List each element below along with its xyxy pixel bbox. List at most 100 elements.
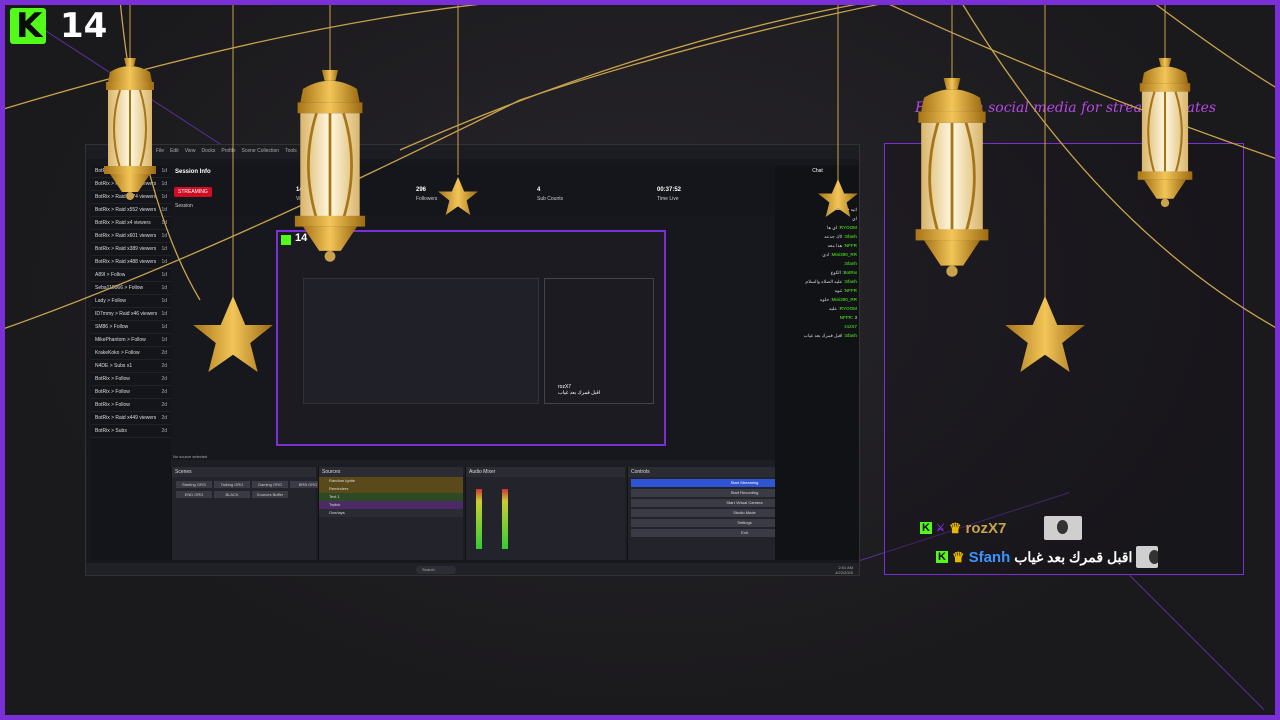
feed-item-text: Lady > Follow	[95, 298, 126, 304]
activity-feed: BotRix > Raid x772 viewers 1d BotRix > Rai…	[91, 165, 171, 560]
sources-dock: Sources Random Ignite Reminders Text 1 Twit…	[318, 467, 463, 560]
feed-item[interactable]: ID7mmy > Raid x46 viewers 1d	[91, 308, 171, 321]
source-row[interactable]: Reminders	[319, 485, 463, 493]
kick-badge-icon: K	[936, 551, 948, 563]
scenes-dock: Scenes Starting ORG Talking ORG Gaming ORG…	[171, 467, 326, 560]
feed-item-time: 2d	[161, 376, 167, 382]
kick-badge-icon: K	[920, 522, 932, 534]
feed-item-text: N4DE > Subs x1	[95, 363, 133, 369]
feed-item-text: BotRix > Raid x772 viewers	[95, 168, 157, 174]
feed-item[interactable]: N4DE > Subs x1 2d	[91, 360, 171, 373]
feed-item[interactable]: Lady > Follow 1d	[91, 295, 171, 308]
session-title: Session Info	[175, 169, 211, 175]
feed-item[interactable]: BotRix > Follow 2d	[91, 386, 171, 399]
menu-item[interactable]: Edit	[170, 148, 179, 156]
menu-item[interactable]: File	[156, 148, 164, 156]
kick-logo-icon: K	[10, 8, 46, 44]
feed-item-time: 1d	[161, 259, 167, 265]
chat-message: Sfanh:	[775, 259, 859, 268]
feed-item-time: 1d	[161, 168, 167, 174]
overlay-chat-line: K ⚔ ♛ rozX7	[920, 516, 1083, 540]
feed-item[interactable]: BotRix > Raid x772 viewers 1d	[91, 165, 171, 178]
crown-icon: ♛	[952, 548, 965, 565]
feed-item[interactable]: Seba110066 > Follow 1d	[91, 282, 171, 295]
source-row[interactable]: Twitch	[319, 501, 463, 509]
chat-text: عليه	[829, 306, 838, 311]
scene-button[interactable]: Gaming ORG	[252, 481, 288, 488]
feed-item-time: 1d	[161, 285, 167, 291]
source-row[interactable]: Random Ignite	[319, 477, 463, 485]
stream-scene: K 14 File Edit View Docks Profile Scene Colle…	[0, 0, 1280, 720]
chat-message: RYOOM: عليه	[775, 304, 859, 313]
taskbar-search[interactable]: Search	[416, 566, 456, 574]
feed-item[interactable]: BotRix > Follow 2d	[91, 373, 171, 386]
feed-item[interactable]: BotRix > Follow 2d	[91, 399, 171, 412]
feed-item[interactable]: BotRix > Raid x743 viewers 1d	[91, 178, 171, 191]
feed-item[interactable]: BotRix > Raid x449 viewers 2d	[91, 412, 171, 425]
sources-header: Sources	[319, 467, 463, 477]
chat-title: Chat	[812, 168, 823, 174]
overlay-chat-line: K ♛ Sfanh اقبل قمرك بعد غياب	[936, 546, 1159, 568]
chat-message: Mini390_RR: حلوه	[775, 295, 859, 304]
chat-text: لاك جدعه	[824, 234, 843, 239]
chat-username: Sfanh:	[843, 261, 857, 266]
feed-item-text: BotRix > Raid x389 viewers	[95, 246, 157, 252]
menu-item[interactable]: Tools	[285, 148, 297, 156]
menu-item[interactable]: View	[185, 148, 196, 156]
chat-username: Sfanh:	[843, 279, 857, 284]
feed-item-time: 1d	[161, 246, 167, 252]
chat-username: NFFR:	[839, 315, 854, 320]
crown-icon: ♛	[948, 519, 962, 536]
chat-message: Sfanh: اقبل قمرك بعد غياب	[775, 331, 859, 340]
chat-message: اقبل قمرك بعد غياب	[1014, 548, 1133, 565]
chat-message: NFFR: هذا معه	[775, 241, 859, 250]
feed-item[interactable]: BotRix > Raid x4 viewers 1d	[91, 217, 171, 230]
source-row[interactable]: Overlays	[319, 509, 463, 517]
feed-item-time: 1d	[161, 337, 167, 343]
feed-item-text: KrakeKoko > Follow	[95, 350, 140, 356]
nested-capture	[303, 278, 539, 404]
feed-item-text: BotRix > Follow	[95, 389, 130, 395]
feed-item[interactable]: BotRix > Raid x552 viewers 1d	[91, 204, 171, 217]
feed-item[interactable]: BotRix > Raid x488 viewers 1d	[91, 256, 171, 269]
chat-message: Sfanh: لاك جدعه	[775, 232, 859, 241]
feed-item[interactable]: A89I > Follow 1d	[91, 269, 171, 282]
scene-button[interactable]: END ORG	[176, 491, 212, 498]
feed-item-time: 1d	[161, 324, 167, 330]
feed-item-time: 1d	[161, 233, 167, 239]
feed-item-text: BotRix > Follow	[95, 402, 130, 408]
menu-item[interactable]: Help	[303, 148, 313, 156]
chat-text: اتيه ••••••••••	[833, 207, 857, 212]
scene-button[interactable]: BLACK	[214, 491, 250, 498]
feed-item[interactable]: KrakeKoko > Follow 2d	[91, 347, 171, 360]
feed-item[interactable]: MikePhantom > Follow 1d	[91, 334, 171, 347]
feed-item-text: BotRix > Raid x974 viewers	[95, 194, 157, 200]
streaming-badge: STREAMING	[174, 187, 212, 197]
scene-button[interactable]: Sources Buffer	[252, 491, 288, 498]
volume-meter	[476, 489, 482, 549]
preview-viewer-count: 14	[295, 232, 308, 244]
feed-item-text: BotRix > Subs	[95, 428, 127, 434]
menu-item[interactable]: Docks	[201, 148, 215, 156]
feed-item-time: 2d	[161, 350, 167, 356]
source-row[interactable]: Text 1	[319, 493, 463, 501]
stat-subs: 4 Sub Counts	[537, 187, 564, 202]
chat-username: Mini390_RR:	[830, 297, 857, 302]
mixer-dock: Audio Mixer	[465, 467, 625, 560]
menu-item[interactable]: Scene Collection	[242, 148, 280, 156]
scene-button[interactable]: Talking ORG	[214, 481, 250, 488]
feed-item-time: 1d	[161, 272, 167, 278]
stat-time-live: 00:37:52 Time Live	[657, 187, 682, 202]
feed-item[interactable]: BotRix > Subs 2d	[91, 425, 171, 438]
scene-button[interactable]: Starting ORG	[176, 481, 212, 488]
feed-item[interactable]: BotRix > Raid x389 viewers 1d	[91, 243, 171, 256]
feed-item-time: 2d	[161, 415, 167, 421]
feed-item[interactable]: BotRix > Raid x601 viewers 1d	[91, 230, 171, 243]
feed-item-time: 2d	[161, 428, 167, 434]
feed-item[interactable]: BotRix > Raid x974 viewers 1d	[91, 191, 171, 204]
menu-item[interactable]: Profile	[221, 148, 235, 156]
feed-item[interactable]: SM86 > Follow 1d	[91, 321, 171, 334]
chat-username: Sfanh:	[843, 234, 857, 239]
obs-preview[interactable]: 14 rozX7 اقبل قمرك بعد غياب	[276, 230, 666, 446]
chat-text: اقبل قمرك بعد غياب	[803, 333, 843, 338]
